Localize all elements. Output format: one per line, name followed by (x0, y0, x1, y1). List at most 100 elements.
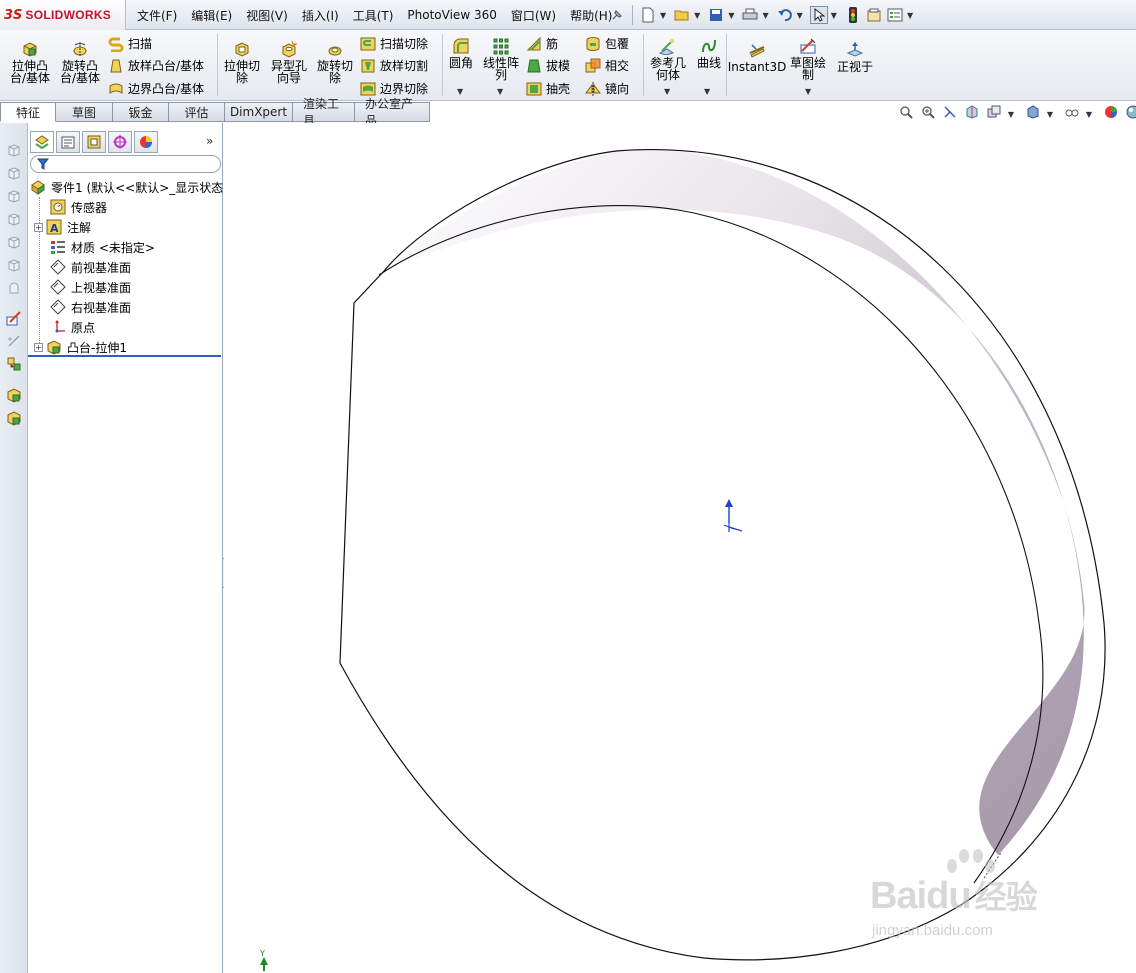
relations-icon[interactable] (5, 355, 23, 373)
new-dropdown-icon[interactable]: ▼ (660, 11, 666, 20)
swept-cut-button[interactable]: 扫描切除 (360, 35, 428, 52)
curves-dropdown-icon[interactable]: ▼ (704, 87, 710, 96)
tree-item-right-plane[interactable]: 右视基准面 (28, 297, 223, 317)
dimxpert-manager-tab[interactable] (108, 131, 132, 153)
options-icon[interactable] (886, 6, 904, 24)
new-document-icon[interactable] (639, 6, 657, 24)
tree-filter-input[interactable] (30, 155, 221, 173)
expand-toggle[interactable]: + (34, 222, 43, 232)
configuration-manager-tab[interactable] (82, 131, 106, 153)
display-style-icon[interactable] (1025, 105, 1041, 123)
tree-root-part[interactable]: 零件1 (默认<<默认>_显示状态 (28, 177, 223, 197)
intersect-button[interactable]: 相交 (585, 57, 629, 74)
open-folder-icon[interactable] (673, 6, 691, 24)
menu-edit[interactable]: 编辑(E) (184, 7, 239, 24)
graphics-area[interactable]: Y (224, 123, 1136, 973)
expand-toggle[interactable]: + (34, 342, 43, 352)
linear-pattern-button[interactable]: 线性阵 列 (482, 37, 520, 81)
normal-to-button[interactable]: 正视于 (834, 41, 876, 73)
extrude-boss-button[interactable]: 拉伸凸 台/基体 (8, 40, 52, 84)
extrude-shortcut-icon[interactable] (5, 386, 23, 404)
hide-show-dropdown-icon[interactable]: ▼ (1081, 110, 1097, 119)
tab-office-products[interactable]: 办公室产品 (355, 97, 430, 128)
tree-item-origin[interactable]: 原点 (28, 317, 223, 337)
sketch-dropdown-icon[interactable]: ▼ (805, 87, 811, 96)
undo-icon[interactable] (776, 6, 794, 24)
edit-appearance-icon[interactable] (1103, 105, 1119, 123)
print-icon[interactable] (741, 6, 759, 24)
zoom-to-fit-icon[interactable] (898, 105, 914, 123)
more-tabs-chevron-icon[interactable]: » (206, 134, 213, 148)
tree-item-boss-extrude[interactable]: + 凸台-拉伸1 (28, 337, 223, 357)
save-dropdown-icon[interactable]: ▼ (728, 11, 734, 20)
select-arrow-icon[interactable] (809, 6, 828, 24)
menu-file[interactable]: 文件(F) (130, 7, 184, 24)
rebuild-traffic-light-icon[interactable] (844, 6, 862, 24)
menu-tools[interactable]: 工具(T) (346, 7, 401, 24)
tab-evaluate[interactable]: 评估 (169, 102, 225, 122)
orientation-dropdown-icon[interactable]: ▼ (1003, 110, 1019, 119)
sweep-button[interactable]: 扫描 (108, 35, 152, 52)
lofted-cut-button[interactable]: 放样切割 (360, 57, 428, 74)
menu-view[interactable]: 视图(V) (239, 7, 295, 24)
section-view-icon[interactable] (964, 105, 980, 123)
tab-sheet-metal[interactable]: 钣金 (113, 102, 169, 122)
display-style-dropdown-icon[interactable]: ▼ (1042, 110, 1058, 119)
mirror-button[interactable]: 镜向 (585, 80, 629, 97)
undo-dropdown-icon[interactable]: ▼ (797, 11, 803, 20)
display-manager-tab[interactable] (134, 131, 158, 153)
draft-button[interactable]: 拔模 (526, 57, 570, 74)
view-cube-icon[interactable] (5, 141, 23, 159)
tab-sketch[interactable]: 草图 (56, 102, 113, 122)
open-dropdown-icon[interactable]: ▼ (694, 11, 700, 20)
feature-manager-tab[interactable] (30, 131, 54, 153)
fillet-dropdown-icon[interactable]: ▼ (457, 87, 463, 96)
view-orientation-icon[interactable] (986, 105, 1002, 123)
pin-icon[interactable] (608, 6, 626, 24)
fillet-button[interactable]: 圆角 (446, 37, 476, 69)
view-cube-icon[interactable] (5, 233, 23, 251)
save-icon[interactable] (707, 6, 725, 24)
tree-item-material[interactable]: 材质 <未指定> (28, 237, 223, 257)
tree-item-top-plane[interactable]: 上视基准面 (28, 277, 223, 297)
file-properties-icon[interactable] (865, 6, 883, 24)
menu-photoview[interactable]: PhotoView 360 (400, 8, 503, 22)
wrap-button[interactable]: 包覆 (585, 35, 629, 52)
instant3d-button[interactable]: Instant3D (728, 41, 786, 73)
solidworks-logo[interactable]: 3S SOLIDWORKS (0, 0, 126, 30)
view-cube-icon[interactable] (5, 279, 23, 297)
options-dropdown-icon[interactable]: ▼ (907, 11, 913, 20)
boundary-boss-button[interactable]: 边界凸台/基体 (108, 80, 204, 97)
loft-button[interactable]: 放样凸台/基体 (108, 57, 204, 74)
view-cube-icon[interactable] (5, 187, 23, 205)
pattern-dropdown-icon[interactable]: ▼ (497, 87, 503, 96)
extrude-cut-shortcut-icon[interactable] (5, 409, 23, 427)
hole-wizard-button[interactable]: 异型孔 向导 (267, 40, 311, 84)
cylinder-side-face[interactable] (384, 149, 1085, 855)
tab-dimxpert[interactable]: DimXpert (225, 102, 293, 122)
shell-button[interactable]: 抽壳 (526, 80, 570, 97)
zoom-to-area-icon[interactable] (920, 105, 936, 123)
hide-show-items-icon[interactable] (1064, 105, 1080, 123)
view-cube-icon[interactable] (5, 164, 23, 182)
select-dropdown-icon[interactable]: ▼ (831, 11, 837, 20)
tab-render-tools[interactable]: 渲染工具 (293, 97, 355, 128)
print-dropdown-icon[interactable]: ▼ (762, 11, 768, 20)
rib-button[interactable]: 筋 (526, 35, 558, 52)
view-cube-icon[interactable] (5, 256, 23, 274)
revolve-boss-button[interactable]: 旋转凸 台/基体 (58, 40, 102, 84)
previous-view-icon[interactable] (942, 105, 958, 123)
tree-item-sensors[interactable]: 传感器 (28, 197, 223, 217)
refgeom-dropdown-icon[interactable]: ▼ (664, 87, 670, 96)
menu-window[interactable]: 窗口(W) (504, 7, 563, 24)
reference-geometry-button[interactable]: 参考几 何体 (647, 37, 689, 81)
apply-scene-icon[interactable] (1125, 105, 1136, 123)
smart-dimension-icon[interactable] (5, 332, 23, 350)
tree-item-annotations[interactable]: + A 注解 (28, 217, 223, 237)
menu-insert[interactable]: 插入(I) (295, 7, 346, 24)
property-manager-tab[interactable] (56, 131, 80, 153)
view-cube-icon[interactable] (5, 210, 23, 228)
sketch-button[interactable]: 草图绘 制 (786, 37, 830, 81)
tab-features[interactable]: 特征 (0, 102, 56, 122)
tree-item-front-plane[interactable]: 前视基准面 (28, 257, 223, 277)
